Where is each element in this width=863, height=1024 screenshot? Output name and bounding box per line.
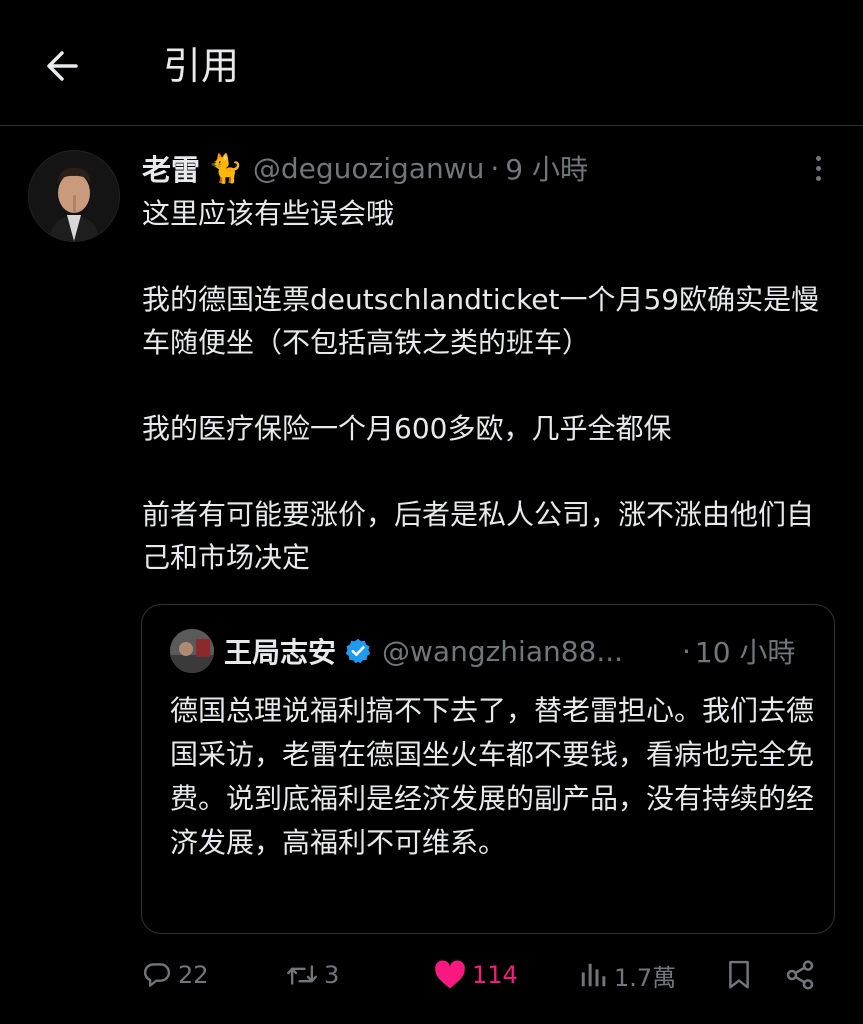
author-name[interactable]: 老雷 [142,147,200,189]
author-row: 老雷 🐈 @deguoziganwu · 9 小時 [142,146,588,190]
page-title: 引用 [163,44,240,88]
bookmark-icon [729,960,749,989]
more-options-button[interactable] [800,148,836,188]
separator-dot: · [682,634,691,668]
quoted-meta: · 10 小時 [682,629,795,673]
reply-count: 22 [178,961,209,989]
tweet-paragraph: 这里应该有些误会哦 [142,197,395,230]
more-dot-icon [815,165,821,171]
tweet-timestamp[interactable]: 9 小時 [505,148,588,188]
like-count: 114 [472,961,518,989]
quoted-avatar-image [170,629,214,673]
retweet-count: 3 [324,961,340,989]
retweet-icon [287,965,317,985]
tweet: 老雷 🐈 @deguoziganwu · 9 小時 这里应该有些误会哦 我的德国… [0,126,863,1024]
reply-button[interactable]: 22 [142,952,209,998]
tweet-paragraph: 我的德国连票deutschlandticket一个月59欧确实是慢车随便坐（不包… [142,283,820,359]
quoted-tweet[interactable]: 王局志安 @wangzhian88... · 10 小時 德国总理说福利搞不下去… [141,604,835,934]
quoted-avatar[interactable] [170,629,214,673]
retweet-button[interactable]: 3 [286,952,339,998]
back-button[interactable] [36,40,88,92]
avatar-portrait [29,151,119,241]
quoted-tweet-text: 德国总理说福利搞不下去了，替老雷担心。我们去德国采访，老雷在德国坐火车都不要钱，… [170,694,815,859]
arrow-left-icon [47,51,78,81]
reply-icon [143,963,170,987]
author-handle[interactable]: @deguoziganwu [253,152,484,185]
tweet-text: 这里应该有些误会哦 我的德国连票deutschlandticket一个月59欧确… [142,192,822,579]
tweet-paragraph: 前者有可能要涨价，后者是私人公司，涨不涨由他们自己和市场决定 [142,498,815,574]
views-chart-icon [581,963,606,987]
quoted-timestamp[interactable]: 10 小時 [695,631,796,671]
more-dot-icon [815,155,821,161]
like-button[interactable]: 114 [434,952,518,998]
bookmark-button[interactable] [724,952,754,998]
share-button[interactable] [784,952,816,998]
quoted-author-name[interactable]: 王局志安 [224,631,336,671]
top-bar: 引用 [0,0,863,126]
quoted-author-row: 王局志安 @wangzhian88... [224,629,623,673]
views-count: 1.7萬 [614,963,677,992]
views-button[interactable]: 1.7萬 [578,952,676,998]
cat-icon: 🐈 [208,151,243,185]
share-icon [786,960,814,990]
tweet-paragraph: 我的医疗保险一个月600多欧，几乎全都保 [142,412,672,445]
verified-badge-icon [344,637,372,665]
more-dot-icon [815,175,821,181]
quoted-author-handle[interactable]: @wangzhian88... [382,635,623,668]
avatar[interactable] [28,150,120,242]
heart-filled-icon [435,960,465,989]
separator-dot: · [490,151,500,185]
action-bar: 22 3 114 1.7萬 [0,952,863,998]
